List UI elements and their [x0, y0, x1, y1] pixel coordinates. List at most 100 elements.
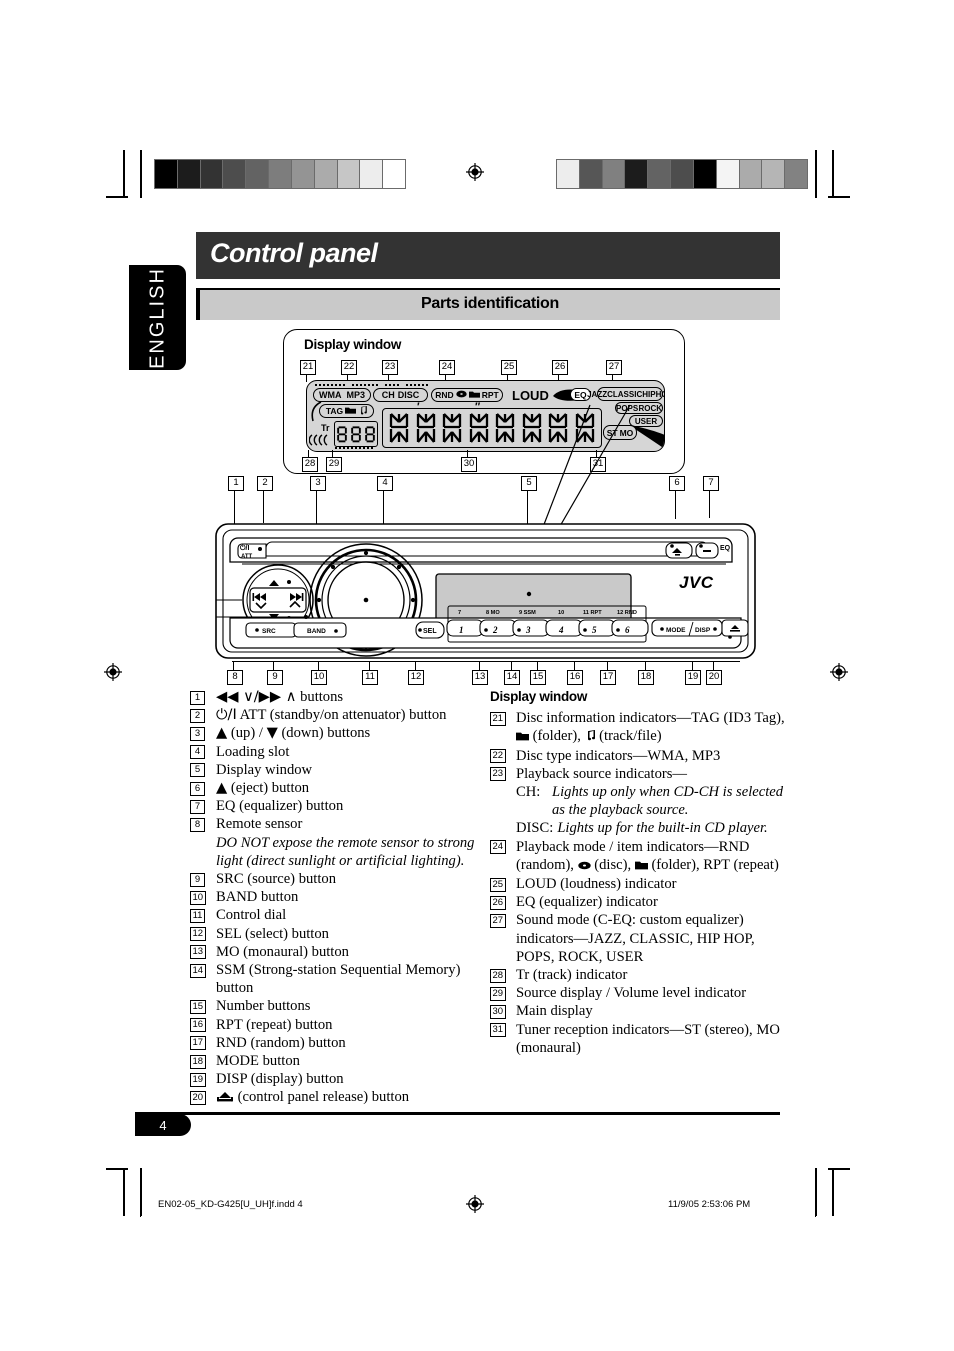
callout-19: 19 — [685, 670, 701, 685]
calibration-swatch-1 — [578, 160, 602, 188]
item-text: Tr (track) indicator — [516, 967, 628, 984]
list-item-27: 27 Sound mode (C-EQ: custom equalizer) i… — [490, 911, 790, 966]
item-number: 25 — [490, 877, 506, 892]
footer-hairline-right — [815, 1185, 816, 1217]
page-number-badge: 4 — [135, 1114, 191, 1136]
callout-18: 18 — [638, 670, 654, 685]
lcd-label-tag: TAG — [325, 406, 344, 416]
list-item-5: 5 Display window — [190, 761, 490, 779]
svg-text:⏻/I: ⏻/I — [240, 544, 249, 552]
callout-2: 2 — [257, 476, 273, 491]
footer-hairline-left — [140, 1185, 141, 1217]
calibration-swatch-5 — [268, 160, 291, 188]
calibration-swatch-2 — [601, 160, 625, 188]
svg-text:2: 2 — [492, 625, 498, 635]
item-text: BAND button — [216, 889, 299, 906]
item-number: 19 — [190, 1072, 206, 1087]
manual-page: ENGLISH Control panel Parts identificati… — [0, 0, 954, 1351]
svg-text:4: 4 — [558, 625, 564, 635]
item-text: Control dial — [216, 907, 287, 924]
lcd-label-hiphop: HIPHOP — [642, 389, 664, 399]
item-number: 20 — [190, 1090, 206, 1105]
item-number: 11 — [190, 908, 205, 923]
item-number: 23 — [490, 767, 506, 782]
svg-text:BAND: BAND — [307, 628, 326, 635]
item-subrow-disc: DISC: Lights up for the built-in CD play… — [516, 819, 790, 837]
list-item-16: 16 RPT (repeat) button — [190, 1016, 490, 1034]
parts-list-right: Display window 21 Disc information indic… — [490, 688, 790, 1057]
disc-icon — [577, 857, 591, 875]
svg-text:ATT: ATT — [241, 554, 253, 560]
svg-text:3: 3 — [525, 625, 531, 635]
crop-mark-tr-v2 — [815, 150, 817, 198]
crop-mark-bl-h — [106, 1168, 128, 1170]
footer-rule — [135, 1112, 780, 1115]
page-title-bar: Control panel — [196, 232, 780, 279]
seg-digit — [365, 425, 375, 442]
lcd-label-tr: Tr — [321, 423, 330, 433]
item-text: Remote sensor — [216, 816, 303, 833]
svg-text:8 MO: 8 MO — [486, 610, 500, 616]
svg-text:6: 6 — [625, 625, 630, 635]
list-item-28: 28 Tr (track) indicator — [490, 966, 790, 984]
item-number: 10 — [190, 890, 206, 905]
calibration-bar-right — [556, 159, 808, 189]
callout-14: 14 — [504, 670, 520, 685]
control-panel-release-icon — [216, 1090, 234, 1108]
lcd-quote: ″ — [475, 401, 481, 413]
item-number: 15 — [190, 999, 206, 1014]
list-item-17: 17 RND (random) button — [190, 1034, 490, 1052]
svg-text:11 RPT: 11 RPT — [583, 610, 602, 616]
seg-digit — [351, 425, 361, 442]
list-item-11: 11 Control dial — [190, 906, 490, 924]
list-item-31: 31 Tuner reception indicators—ST (stereo… — [490, 1021, 790, 1057]
starburst-char — [390, 413, 409, 443]
list-item-25: 25 LOUD (loudness) indicator — [490, 875, 790, 893]
right-column-heading: Display window — [490, 689, 588, 704]
calibration-bar-left — [154, 159, 406, 189]
calibration-swatch-3 — [624, 160, 648, 188]
lcd-label-wma: WMA — [318, 390, 342, 400]
calibration-swatch-1 — [176, 160, 200, 188]
callout-1: 1 — [228, 476, 244, 491]
item-number: 4 — [190, 745, 205, 760]
disc-description: Lights up for the built-in CD player. — [557, 820, 768, 837]
lcd-label-rpt: RPT — [481, 390, 499, 400]
list-item-1: 1 ◀◀ ∨/▶▶ ∧ buttons — [190, 688, 490, 706]
item-text: Sound mode (C-EQ: custom equalizer) indi… — [516, 912, 755, 965]
calibration-swatch-4 — [647, 160, 671, 188]
faceplate-illustration: ⏻/I ATT EQ JVC SRC BAND SEL 7 8 MO 9 SSM… — [214, 496, 757, 661]
eject-icon: ▲ — [216, 779, 228, 797]
callout-23: 23 — [382, 360, 398, 375]
lcd-apostrophe: ′ — [417, 401, 420, 413]
item-number: 22 — [490, 749, 506, 764]
list-item-15: 15 Number buttons — [190, 997, 490, 1015]
list-item-8: 8 Remote sensor DO NOT expose the remote… — [190, 815, 490, 870]
crop-mark-br-v — [832, 1168, 834, 1216]
item-text: Disc type indicators—WMA, MP3 — [516, 747, 721, 764]
list-item-3: 3 ▲ (up) / ▼ (down) buttons — [190, 724, 490, 742]
down-arrow-icon: ▼ — [266, 724, 278, 742]
display-window-figure-heading: Display window — [304, 337, 402, 352]
callout-17: 17 — [600, 670, 616, 685]
registration-mark-left — [104, 663, 122, 681]
calibration-swatch-9 — [359, 160, 383, 188]
lcd-rail-3 — [385, 384, 399, 386]
item-number: 9 — [190, 872, 205, 887]
calibration-swatch-0 — [155, 160, 177, 188]
lcd-label-mp3: MP3 — [346, 390, 365, 400]
page-number: 4 — [159, 1117, 167, 1133]
section-title: Parts identification — [420, 295, 560, 312]
calibration-swatch-2 — [199, 160, 223, 188]
folder-icon — [634, 857, 648, 875]
callout-3: 3 — [310, 476, 326, 491]
calibration-swatch-9 — [761, 160, 785, 188]
item-number: 17 — [190, 1036, 206, 1051]
item-number: 7 — [190, 799, 205, 814]
item-number: 5 — [190, 763, 205, 778]
lcd-label-jazz: JAZZ — [587, 389, 608, 399]
calibration-swatch-6 — [692, 160, 716, 188]
list-item-13: 13 MO (monaural) button — [190, 943, 490, 961]
calibration-swatch-10 — [382, 160, 405, 188]
item-text: Number buttons — [216, 998, 311, 1015]
